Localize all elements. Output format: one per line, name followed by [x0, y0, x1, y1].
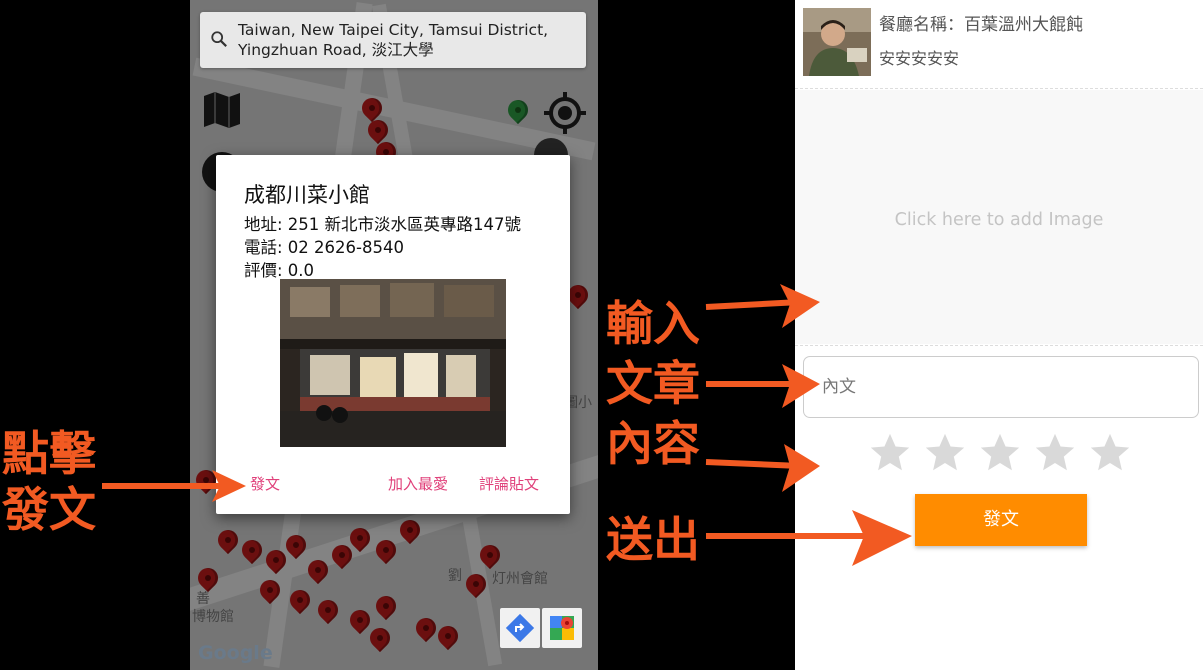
rating-stars[interactable] — [867, 430, 1133, 476]
post-button[interactable]: 發文 — [250, 473, 280, 494]
add-favorite-button[interactable]: 加入最愛 — [388, 473, 448, 494]
annotation-input-2: 文章 — [606, 357, 700, 412]
map-label: 劉 — [448, 568, 462, 584]
star-icon[interactable] — [867, 430, 913, 476]
google-maps-icon — [550, 616, 574, 640]
map-screen: Taiwan, New Taipei City, Tamsui District… — [190, 0, 598, 670]
restaurant-rating: 評價: 0.0 — [244, 261, 315, 280]
restaurant-photo-image — [280, 279, 506, 447]
search-icon — [211, 31, 227, 47]
annotation-input-3: 內容 — [606, 417, 700, 472]
arrow-icon — [706, 510, 912, 566]
arrow-icon — [705, 284, 820, 328]
avatar-image — [803, 8, 871, 76]
add-image-hint: Click here to add Image — [894, 210, 1104, 230]
search-text: Taiwan, New Taipei City, Tamsui District… — [238, 21, 549, 59]
annotation-input-1: 輸入 — [606, 297, 700, 352]
restaurant-phone: 電話: 02 2626-8540 — [244, 238, 404, 257]
arrow-icon — [705, 444, 820, 492]
annotation-click-post-2: 發文 — [2, 483, 96, 538]
comment-posts-button[interactable]: 評論貼文 — [479, 473, 539, 494]
restaurant-photo — [280, 279, 506, 447]
star-icon[interactable] — [922, 430, 968, 476]
restaurant-dialog: 成都川菜小館 地址: 251 新北市淡水區英專路147號 電話: 02 2626… — [216, 155, 570, 514]
arrow-icon — [706, 364, 820, 408]
star-icon[interactable] — [1087, 430, 1133, 476]
map-label: 灯州會館 — [492, 571, 548, 587]
avatar — [803, 8, 871, 76]
restaurant-title: 成都川菜小館 — [244, 183, 370, 207]
directions-button[interactable] — [500, 608, 540, 648]
user-name-label: 安安安安安 — [879, 49, 960, 68]
add-image-area[interactable]: Click here to add Image — [795, 90, 1203, 344]
search-bar[interactable]: Taiwan, New Taipei City, Tamsui District… — [200, 12, 586, 68]
map-icon[interactable] — [200, 88, 244, 132]
map-label: 善 — [196, 591, 210, 607]
my-location-icon[interactable] — [542, 90, 588, 136]
annotation-send: 送出 — [606, 513, 700, 568]
content-input[interactable] — [803, 356, 1199, 418]
arrow-icon — [102, 470, 246, 502]
open-google-maps-button[interactable] — [542, 608, 582, 648]
map-label: 博物館 — [192, 609, 234, 625]
submit-post-button[interactable]: 發文 — [915, 494, 1087, 546]
directions-icon — [505, 613, 535, 643]
annotation-click-post-1: 點擊 — [2, 427, 96, 482]
star-icon[interactable] — [977, 430, 1023, 476]
divider — [795, 345, 1203, 346]
star-icon[interactable] — [1032, 430, 1078, 476]
google-logo: Google — [198, 642, 273, 664]
divider — [795, 88, 1203, 89]
restaurant-name-label: 餐廳名稱：百葉溫州大餛飩 — [879, 15, 1083, 35]
restaurant-address: 地址: 251 新北市淡水區英專路147號 — [244, 215, 522, 234]
